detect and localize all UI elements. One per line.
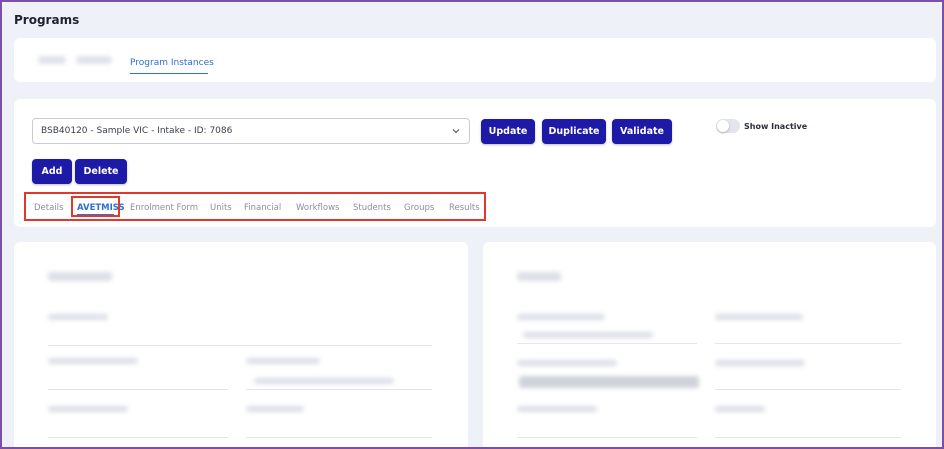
blurred-label (48, 314, 108, 320)
blurred-field (48, 328, 432, 346)
blurred-heading (48, 272, 112, 281)
blurred-field (517, 326, 697, 344)
show-inactive-label: Show Inactive (744, 122, 808, 131)
blurred-value (519, 376, 699, 388)
tab-financial[interactable]: Financial (244, 203, 281, 213)
tab-active-underline (130, 73, 208, 74)
blurred-label (48, 358, 138, 364)
blurred-right-panel (483, 242, 936, 447)
blurred-label (517, 314, 605, 320)
delete-button[interactable]: Delete (75, 159, 127, 184)
blurred-left-panel (14, 242, 468, 447)
toggle-knob (717, 120, 729, 132)
blurred-tab (38, 56, 66, 64)
blurred-field (517, 420, 697, 438)
blurred-field (48, 372, 228, 390)
blurred-label (246, 358, 320, 364)
chevron-down-icon (452, 129, 460, 134)
top-tab-card: Program Instances (14, 38, 936, 82)
blurred-field (715, 420, 901, 438)
blurred-tabs (38, 56, 112, 64)
blurred-label (715, 360, 805, 366)
app-frame: Programs Program Instances BSB40120 - Sa… (0, 0, 944, 449)
tab-program-instances[interactable]: Program Instances (130, 58, 214, 68)
blurred-label (715, 406, 765, 412)
program-instance-select[interactable]: BSB40120 - Sample VIC - Intake - ID: 708… (32, 118, 470, 144)
blurred-label (517, 360, 617, 366)
update-button[interactable]: Update (481, 119, 535, 144)
tab-details[interactable]: Details (34, 203, 63, 213)
tab-units[interactable]: Units (210, 203, 232, 213)
add-button[interactable]: Add (32, 159, 72, 184)
tab-enrolment-form[interactable]: Enrolment Form (130, 203, 198, 213)
program-instance-select-value: BSB40120 - Sample VIC - Intake - ID: 708… (41, 126, 233, 136)
tab-groups[interactable]: Groups (404, 203, 434, 213)
blurred-label (715, 314, 803, 320)
show-inactive-toggle[interactable] (716, 119, 740, 133)
blurred-heading (517, 272, 561, 281)
blurred-field (715, 372, 901, 390)
tab-results[interactable]: Results (449, 203, 480, 213)
tab-workflows[interactable]: Workflows (296, 203, 339, 213)
tab-active-underline (77, 214, 114, 215)
blurred-field (246, 420, 432, 438)
blurred-field (48, 420, 228, 438)
blurred-field (246, 372, 432, 390)
blurred-tab (76, 56, 112, 64)
tab-students[interactable]: Students (353, 203, 391, 213)
program-controls-card: BSB40120 - Sample VIC - Intake - ID: 708… (14, 99, 936, 227)
blurred-label (48, 406, 128, 412)
validate-button[interactable]: Validate (612, 119, 672, 144)
blurred-label (517, 406, 597, 412)
blurred-field (715, 326, 901, 344)
duplicate-button[interactable]: Duplicate (542, 119, 606, 144)
page-title: Programs (14, 13, 80, 27)
blurred-label (246, 406, 304, 412)
